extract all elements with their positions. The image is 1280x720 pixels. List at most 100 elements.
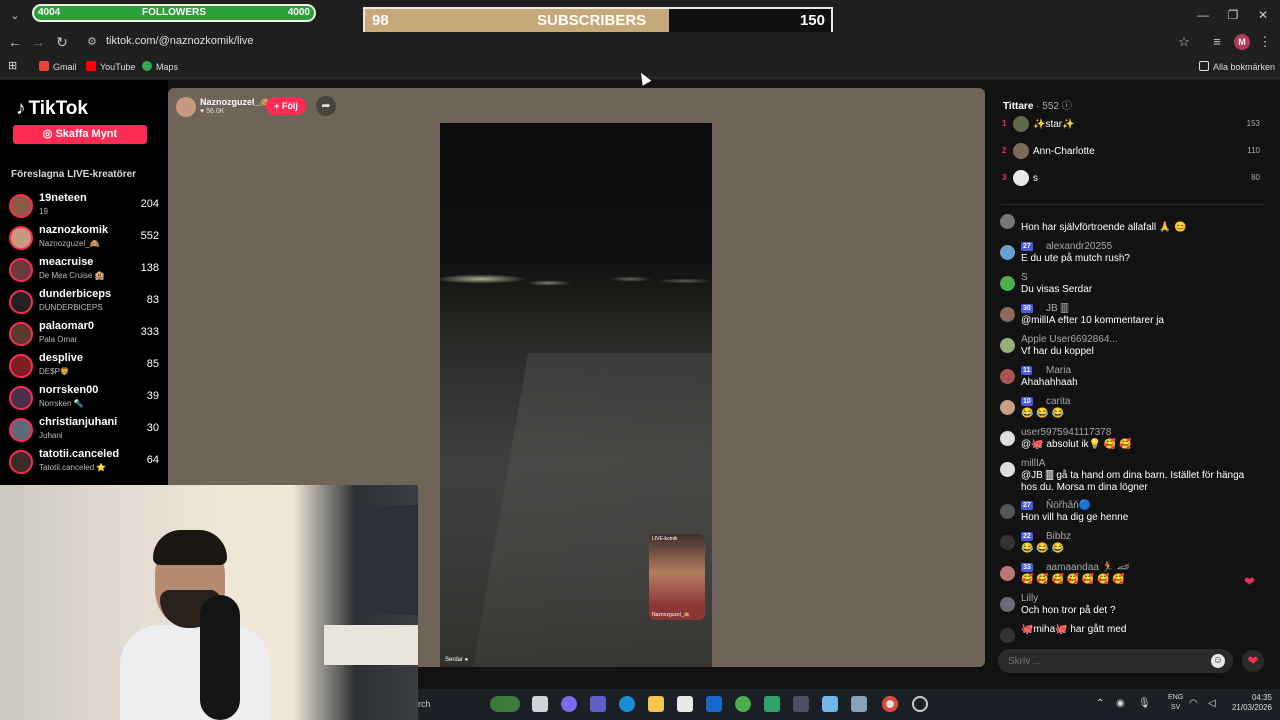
restore-icon[interactable]: ❐ (1220, 6, 1246, 24)
obs-icon[interactable] (912, 696, 928, 712)
chat-message[interactable]: 27 Ňöřhãň🔵 Hon vill ha dig ge henne (1000, 500, 1266, 530)
emoji-icon[interactable]: ☺ (1211, 654, 1225, 668)
tray-app-icon[interactable]: ◉ (1116, 698, 1125, 709)
share-icon[interactable]: ➦ (316, 96, 336, 116)
get-coins-button[interactable]: ◎ Skaffa Mynt (13, 125, 147, 144)
chat-message[interactable]: 30 JB 🀫 @millIA efter 10 kommentarer ja (1000, 303, 1266, 333)
task-view-icon[interactable] (532, 696, 548, 712)
volume-icon[interactable]: ◁ (1208, 698, 1216, 709)
chat-message[interactable]: Hon har självförtroende allafall 🙏 😊 (1000, 210, 1266, 240)
viewers-label: Tittare (1003, 101, 1034, 112)
host-name[interactable]: Naznozguzel_🙈 (200, 97, 271, 108)
time: 04:35 (1251, 693, 1272, 702)
minimize-icon[interactable]: — (1190, 6, 1216, 24)
url-text[interactable]: tiktok.com/@naznozkomik/live (106, 35, 254, 47)
bookmark-youtube[interactable]: YouTube (86, 61, 135, 72)
live-video[interactable]: LIVE-komik Naznozguzel_🙈 Serdar ● (440, 123, 712, 667)
tab-search-icon[interactable]: ⌄ (6, 7, 24, 25)
creator-item[interactable]: christianjuhani Juhani 30 (9, 416, 159, 446)
microphone-tray-icon[interactable]: 🎙 (1138, 698, 1151, 709)
top-viewer-row[interactable]: 2 Ann-Charlotte 110 (1002, 143, 1270, 161)
follow-button[interactable]: + Följ (266, 97, 306, 115)
top-viewer-row[interactable]: 1 ✨star✨ 153 (1002, 116, 1270, 134)
chat-message[interactable]: Lilly Och hon tror på det ? (1000, 593, 1266, 623)
language-indicator[interactable]: ENG SV (1168, 693, 1183, 713)
clock[interactable]: 04:35 21/03/2026 (1228, 693, 1272, 713)
forward-icon[interactable]: → (28, 32, 48, 52)
shield-icon[interactable] (735, 696, 751, 712)
widgets-icon[interactable] (490, 696, 520, 712)
tray-chevron-icon[interactable]: ⌃ (1096, 698, 1104, 709)
chat-message[interactable]: user5975941117378 @🐙 absolut ik💡 🥰 🥰 (1000, 427, 1266, 457)
edge-icon[interactable] (619, 696, 635, 712)
taskbar-search[interactable]: rch (418, 699, 431, 709)
m365-icon[interactable] (764, 696, 780, 712)
top-viewer-row[interactable]: 3 s 80 (1002, 170, 1270, 188)
creator-name: dunderbiceps (39, 288, 112, 300)
url-bar[interactable]: ⚙ tiktok.com/@naznozkomik/live ☆ (78, 32, 1200, 52)
chat-text-line2: hos du. Morsa m dina lögner (1021, 482, 1148, 493)
subscribers-label: SUBSCRIBERS (537, 12, 647, 29)
creator-viewer-count: 333 (140, 326, 159, 338)
coin-icon: ◎ (42, 128, 56, 140)
bookmark-star-icon[interactable]: ☆ (1174, 32, 1194, 52)
chat-message[interactable]: S Du visas Serdar (1000, 272, 1266, 302)
close-icon[interactable]: ✕ (1250, 6, 1276, 24)
creator-viewer-count: 552 (140, 230, 159, 242)
menu-icon[interactable]: ⋮ (1255, 32, 1275, 52)
media-controls-icon[interactable]: ≡ (1207, 32, 1227, 52)
apps-grid-icon[interactable]: ⊞ (8, 59, 17, 72)
back-icon[interactable]: ← (5, 32, 25, 52)
chat-message[interactable]: 33 aamaandaa 🏃 🏎 🥰 🥰 🥰 🥰 🥰 🥰 🥰 (1000, 562, 1266, 592)
chat-message[interactable]: 11 Maria Ahahahhaah (1000, 365, 1266, 395)
photos-icon[interactable] (822, 696, 838, 712)
chat-input-box[interactable]: ☺ (998, 649, 1233, 673)
creator-item[interactable]: naznozkomik Naznozguzel_🙈 552 (9, 224, 159, 254)
chat-username: Hon har självförtroende allafall 🙏 😊 (1021, 222, 1187, 233)
tiktok-logo[interactable]: ♪ TikTok (16, 98, 88, 120)
chat-message[interactable]: 22 Bibbz 😂 😂 😂 (1000, 531, 1266, 561)
reload-icon[interactable]: ↻ (52, 32, 72, 52)
all-bookmarks[interactable]: Alla bokmärken (1199, 61, 1275, 72)
snipping-icon[interactable] (851, 696, 867, 712)
bookmark-maps[interactable]: Maps (142, 61, 178, 72)
creator-viewer-count: 30 (146, 422, 159, 434)
creator-item[interactable]: 19neteen 19 204 (9, 192, 159, 222)
app-cube-icon[interactable] (793, 696, 809, 712)
creator-item[interactable]: norrsken00 Norrsken 🔦 39 (9, 384, 159, 414)
copilot-icon[interactable] (561, 696, 577, 712)
level-badge: 33 (1021, 563, 1033, 572)
maps-icon (142, 61, 152, 71)
chat-message[interactable]: millIA @JB 🀫 gå ta hand om dina barn. Ist… (1000, 458, 1266, 493)
outlook-icon[interactable] (706, 696, 722, 712)
chat-message[interactable]: 10 carita 😂 😂 😂 (1000, 396, 1266, 426)
viewers-title[interactable]: Tittare · 552 ⓘ (1003, 97, 1072, 112)
site-info-icon[interactable]: ⚙ (87, 35, 97, 48)
chat-username: JB 🀫 (1046, 303, 1069, 314)
chat-message[interactable]: Apple User6692864... Vf har du koppel (1000, 334, 1266, 364)
picture-in-picture-video[interactable]: LIVE-komik Naznozguzel_🙈 (649, 534, 705, 620)
bookmark-gmail[interactable]: Gmail (39, 61, 77, 72)
store-icon[interactable] (677, 696, 693, 712)
creator-item[interactable]: meacruise De Mea Cruise 🏨 138 (9, 256, 159, 286)
chat-avatar (1000, 628, 1015, 643)
creator-viewer-count: 138 (140, 262, 159, 274)
chat-input[interactable] (1008, 654, 1208, 668)
chrome-icon[interactable] (882, 696, 898, 712)
creator-item[interactable]: desplive DE$P🦁 85 (9, 352, 159, 382)
creator-item[interactable]: dunderbiceps DUNDERBICEPS 83 (9, 288, 159, 318)
info-icon[interactable]: ⓘ (1062, 101, 1072, 112)
chat-message[interactable]: 27 alexandr20255 E du ute på mutch rush? (1000, 241, 1266, 271)
file-explorer-icon[interactable] (648, 696, 664, 712)
profile-avatar[interactable]: M (1234, 34, 1250, 50)
chat-username: aamaandaa 🏃 🏎 (1046, 562, 1130, 573)
host-avatar[interactable] (176, 97, 196, 117)
chat-username: 🐙miha🐙 har gått med (1021, 624, 1127, 635)
creator-name: 19neteen (39, 192, 87, 204)
gift-heart-icon[interactable]: ❤ (1242, 650, 1264, 672)
creator-item[interactable]: palaomar0 Pala Omar 333 (9, 320, 159, 350)
creator-item[interactable]: tatotii.canceled Tatotii.canceled ⭐ 64 (9, 448, 159, 478)
chat-text: Ahahahhaah (1021, 377, 1078, 388)
teams-icon[interactable] (590, 696, 606, 712)
wifi-icon[interactable]: ◠ (1189, 698, 1198, 709)
